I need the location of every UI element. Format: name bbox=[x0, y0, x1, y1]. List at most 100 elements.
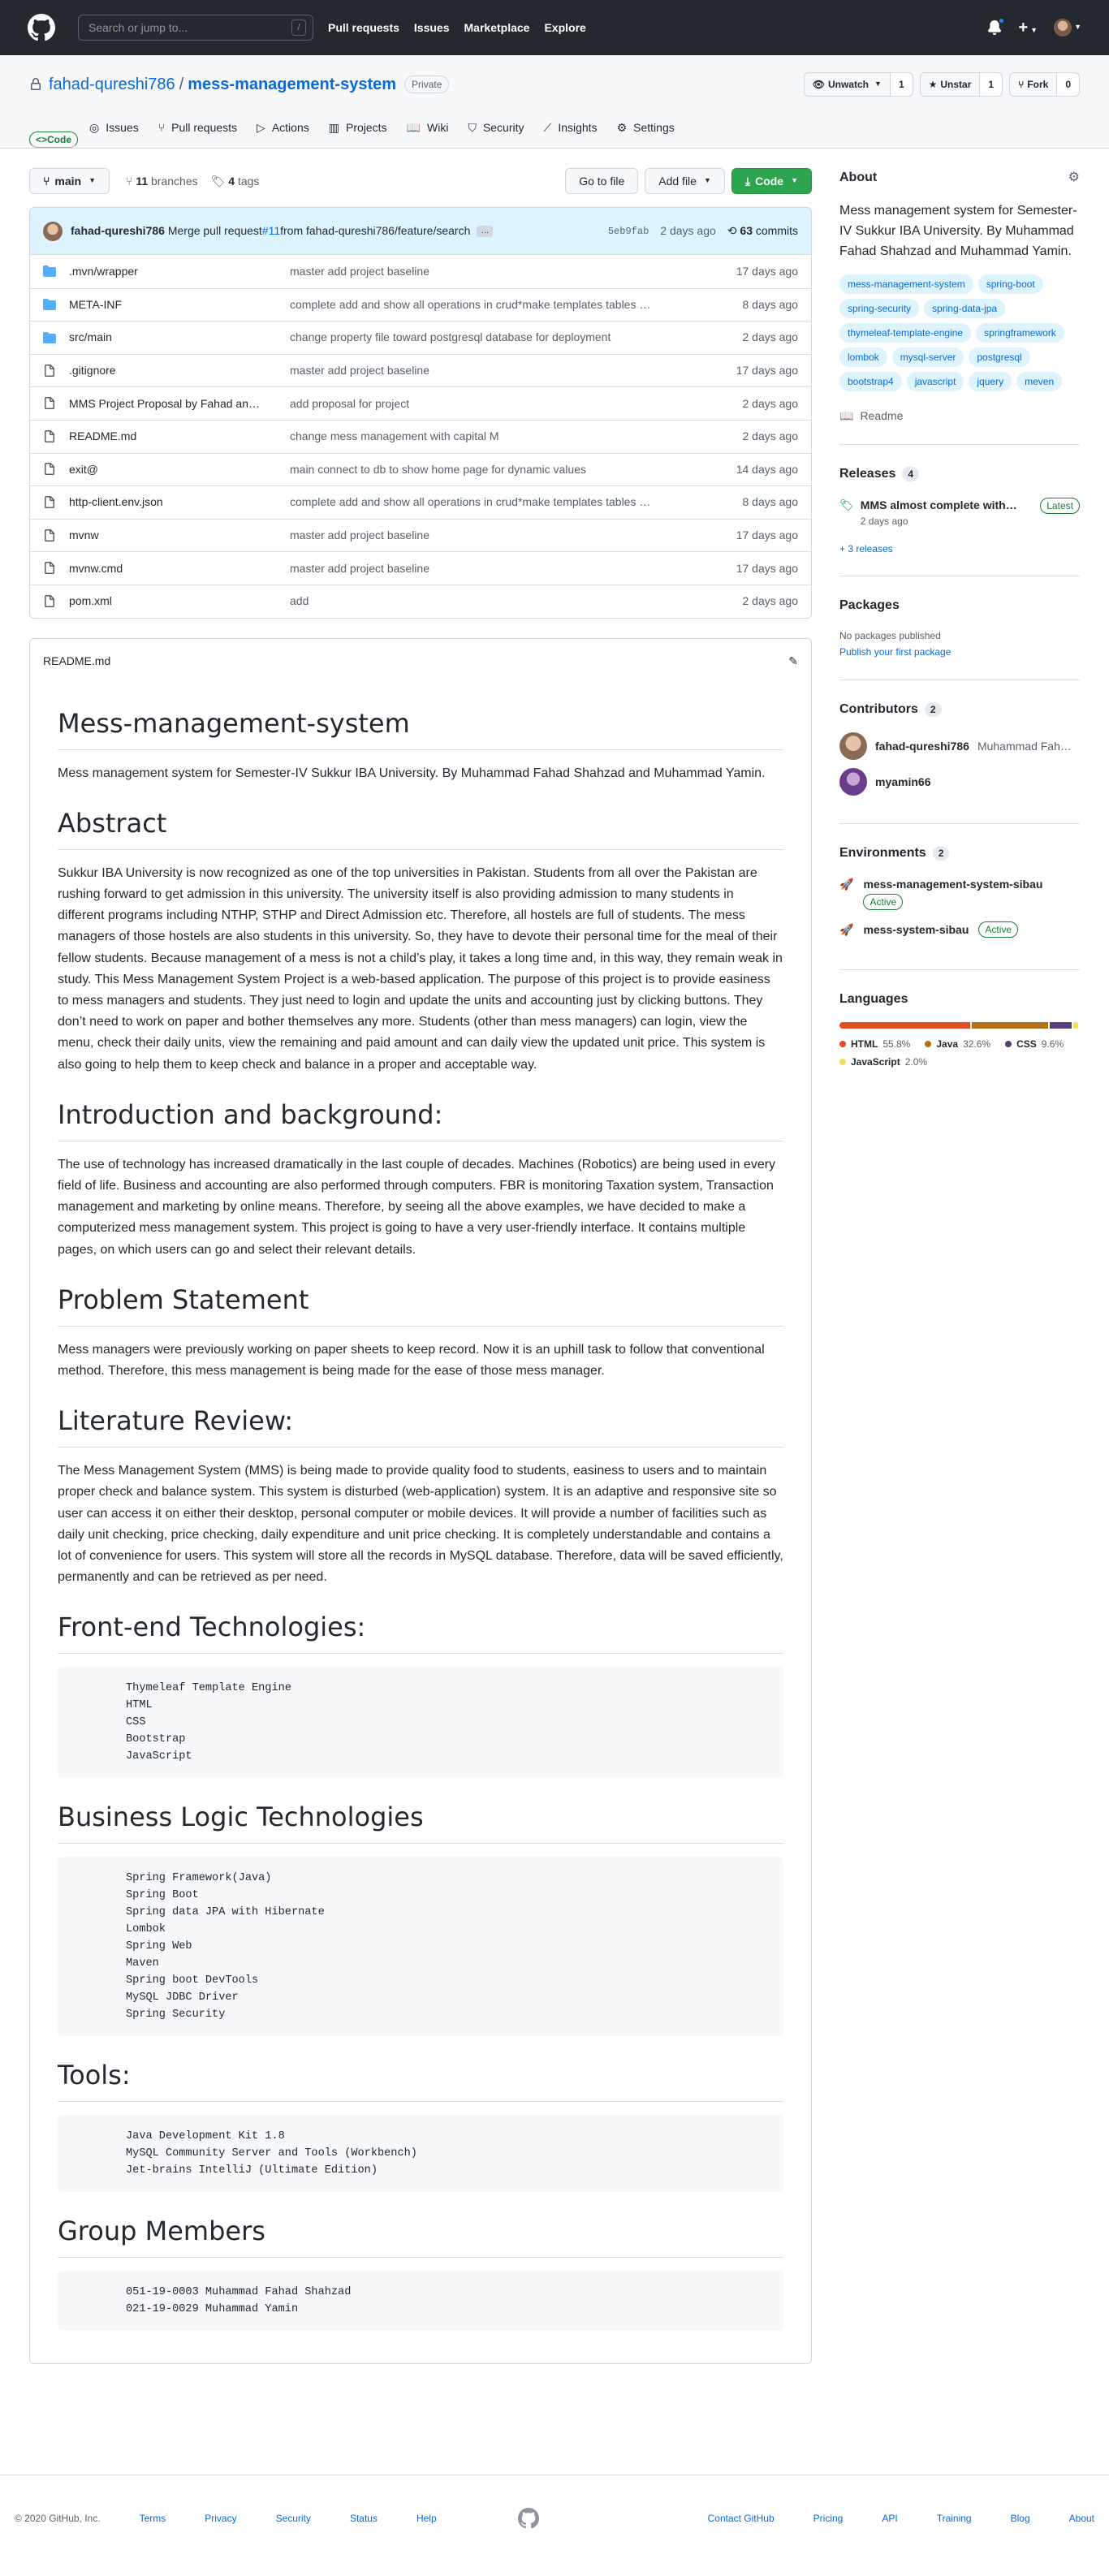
gear-icon[interactable]: ⚙ bbox=[1068, 168, 1080, 188]
repo-name-link[interactable]: mess-management-system bbox=[188, 72, 396, 97]
file-name[interactable]: exit@ bbox=[69, 461, 290, 478]
contributor-item[interactable]: fahad-qureshi786 Muhammad Fah… bbox=[839, 732, 1080, 760]
topic-tag[interactable]: meven bbox=[1016, 372, 1063, 391]
file-row[interactable]: exit@ main connect to db to show home pag… bbox=[30, 452, 811, 486]
nav-marketplace[interactable]: Marketplace bbox=[464, 19, 530, 37]
topic-tag[interactable]: postgresql bbox=[969, 347, 1030, 367]
commit-message-suffix[interactable]: from fahad-qureshi786/feature/search bbox=[280, 222, 470, 239]
footer-link[interactable]: API bbox=[882, 2511, 897, 2526]
avatar[interactable] bbox=[43, 221, 63, 241]
tab-actions[interactable]: ▷ Actions bbox=[248, 119, 317, 148]
tab-code[interactable]: <>Code bbox=[29, 132, 79, 148]
footer-link[interactable]: Privacy bbox=[205, 2511, 236, 2526]
footer-link[interactable]: Security bbox=[276, 2511, 311, 2526]
topic-tag[interactable]: javascript bbox=[906, 372, 964, 391]
contributors-title[interactable]: Contributors bbox=[839, 700, 918, 719]
file-name[interactable]: .gitignore bbox=[69, 362, 290, 379]
nav-issues[interactable]: Issues bbox=[414, 19, 450, 37]
tab-issues[interactable]: ◎ Issues bbox=[81, 119, 147, 148]
commit-pr-link[interactable]: #11 bbox=[262, 222, 280, 239]
footer-link[interactable]: Blog bbox=[1011, 2511, 1030, 2526]
file-name[interactable]: META-INF bbox=[69, 296, 290, 313]
file-commit-message[interactable]: master add project baseline bbox=[290, 527, 709, 544]
contributor-item[interactable]: myamin66 bbox=[839, 768, 1080, 796]
topic-tag[interactable]: spring-data-jpa bbox=[924, 299, 1006, 318]
file-row[interactable]: .mvn/wrapper master add project baseline 1… bbox=[30, 255, 811, 288]
tags-link[interactable]: 🏷 4 tags bbox=[211, 173, 260, 190]
latest-release-name[interactable]: MMS almost complete with… bbox=[861, 497, 1017, 514]
repo-owner-link[interactable]: fahad-qureshi786 bbox=[49, 72, 175, 97]
file-commit-message[interactable]: add proposal for project bbox=[290, 395, 709, 412]
publish-package-link[interactable]: Publish your first package bbox=[839, 646, 951, 658]
github-mark-icon[interactable] bbox=[517, 2508, 539, 2529]
star-count[interactable]: 1 bbox=[980, 73, 1003, 96]
file-row[interactable]: mvnw.cmd master add project baseline 17 da… bbox=[30, 551, 811, 585]
language-item[interactable]: JavaScript 2.0% bbox=[839, 1055, 927, 1069]
topic-tag[interactable]: bootstrap4 bbox=[839, 372, 902, 391]
readme-link[interactable]: 📖 Readme bbox=[839, 408, 1080, 425]
footer-link[interactable]: Training bbox=[937, 2511, 972, 2526]
language-item[interactable]: HTML 55.8% bbox=[839, 1037, 910, 1051]
create-new-icon[interactable]: + ▼ bbox=[1018, 15, 1038, 40]
file-row[interactable]: .gitignore master add project baseline 17 … bbox=[30, 353, 811, 387]
branches-link[interactable]: ⑂ 11 branches bbox=[126, 173, 198, 190]
fork-count[interactable]: 0 bbox=[1057, 73, 1079, 96]
topic-tag[interactable]: spring-security bbox=[839, 299, 920, 318]
go-to-file-button[interactable]: Go to file bbox=[565, 168, 639, 194]
topic-tag[interactable]: lombok bbox=[839, 347, 887, 367]
topic-tag[interactable]: mysql-server bbox=[891, 347, 964, 367]
file-row[interactable]: mvnw master add project baseline 17 days a… bbox=[30, 518, 811, 552]
tab-projects[interactable]: ▥ Projects bbox=[321, 119, 395, 148]
file-name[interactable]: README.md bbox=[69, 428, 290, 445]
tab-wiki[interactable]: 📖 Wiki bbox=[399, 119, 457, 148]
file-row[interactable]: README.md change mess management with cap… bbox=[30, 419, 811, 453]
search-input[interactable]: Search or jump to... / bbox=[78, 15, 313, 41]
commits-link[interactable]: ⟲ 63 commits bbox=[727, 222, 798, 239]
file-commit-message[interactable]: change property file toward postgresql d… bbox=[290, 329, 709, 346]
commit-sha[interactable]: 5eb9fab bbox=[608, 224, 649, 239]
footer-link[interactable]: About bbox=[1069, 2511, 1094, 2526]
commit-message-prefix[interactable]: Merge pull request bbox=[168, 222, 262, 239]
file-name[interactable]: mvnw.cmd bbox=[69, 560, 290, 577]
environments-title[interactable]: Environments bbox=[839, 844, 926, 863]
file-name[interactable]: MMS Project Proposal by Fahad an… bbox=[69, 395, 290, 412]
branch-select-button[interactable]: ⑂ main ▼ bbox=[29, 168, 110, 194]
topic-tag[interactable]: jquery bbox=[969, 372, 1012, 391]
file-commit-message[interactable]: main connect to db to show home page for… bbox=[290, 461, 709, 478]
file-commit-message[interactable]: change mess management with capital M bbox=[290, 428, 709, 445]
environment-item[interactable]: 🚀 mess-management-system-sibau Active bbox=[839, 876, 1080, 910]
notifications-bell-icon[interactable] bbox=[987, 17, 1006, 35]
footer-link[interactable]: Pricing bbox=[813, 2511, 844, 2526]
packages-title[interactable]: Packages bbox=[839, 596, 900, 615]
more-releases-link[interactable]: + 3 releases bbox=[839, 542, 1080, 556]
topic-tag[interactable]: springframework bbox=[976, 323, 1064, 343]
file-row[interactable]: MMS Project Proposal by Fahad an… add pro… bbox=[30, 386, 811, 420]
file-commit-message[interactable]: master add project baseline bbox=[290, 263, 709, 280]
file-row[interactable]: src/main change property file toward post… bbox=[30, 321, 811, 354]
file-name[interactable]: mvnw bbox=[69, 527, 290, 544]
user-menu[interactable]: ▼ bbox=[1054, 19, 1081, 37]
file-commit-message[interactable]: master add project baseline bbox=[290, 560, 709, 577]
nav-explore[interactable]: Explore bbox=[544, 19, 585, 37]
releases-title[interactable]: Releases bbox=[839, 464, 895, 484]
commit-author[interactable]: fahad-qureshi786 bbox=[71, 222, 165, 239]
file-commit-message[interactable]: complete add and show all operations in … bbox=[290, 296, 709, 313]
file-row[interactable]: http-client.env.json complete add and sho… bbox=[30, 485, 811, 519]
file-commit-message[interactable]: master add project baseline bbox=[290, 362, 709, 379]
tab-settings[interactable]: ⚙ Settings bbox=[609, 119, 683, 148]
edit-pencil-icon[interactable]: ✎ bbox=[788, 653, 798, 670]
expand-commit-button[interactable]: … bbox=[477, 225, 494, 237]
github-logo-icon[interactable] bbox=[28, 14, 55, 41]
footer-link[interactable]: Contact GitHub bbox=[708, 2511, 775, 2526]
tab-security[interactable]: ⛉ Security bbox=[460, 119, 532, 148]
file-name[interactable]: src/main bbox=[69, 329, 290, 346]
file-row[interactable]: pom.xml add 2 days ago bbox=[30, 584, 811, 618]
footer-link[interactable]: Terms bbox=[140, 2511, 166, 2526]
language-item[interactable]: Java 32.6% bbox=[925, 1037, 990, 1051]
language-item[interactable]: CSS 9.6% bbox=[1005, 1037, 1064, 1051]
nav-pull-requests[interactable]: Pull requests bbox=[328, 19, 399, 37]
file-name[interactable]: .mvn/wrapper bbox=[69, 263, 290, 280]
watch-count[interactable]: 1 bbox=[890, 73, 913, 96]
code-button[interactable]: ⤓ Code ▼ bbox=[731, 168, 812, 194]
topic-tag[interactable]: thymeleaf-template-engine bbox=[839, 323, 972, 343]
